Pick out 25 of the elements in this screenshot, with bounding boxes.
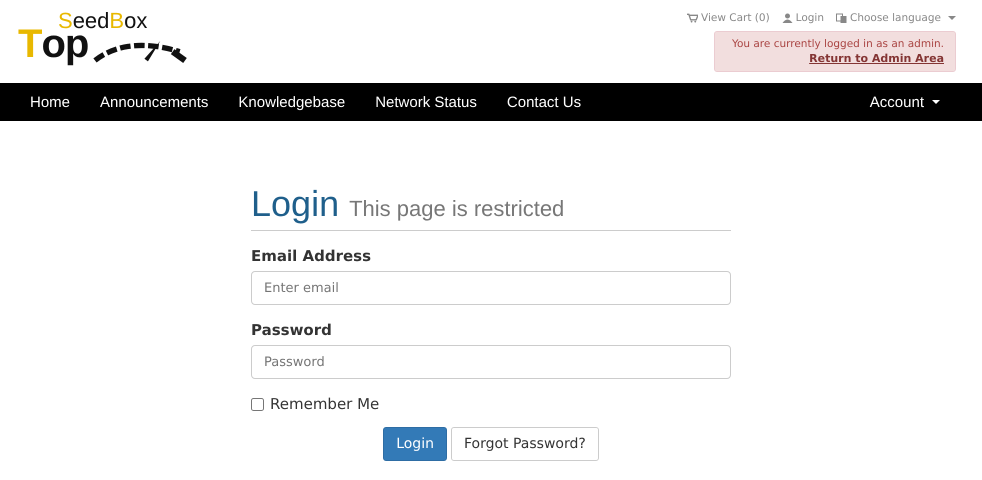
top-link[interactable]: Choose language — [836, 12, 956, 24]
button[interactable]: Forgot Password? — [450, 427, 599, 461]
input-field[interactable]: Enter email — [251, 271, 731, 305]
button[interactable]: Login — [383, 427, 447, 461]
input-field[interactable]: Password — [251, 345, 731, 379]
nav-link[interactable]: Network Status — [360, 94, 492, 110]
top-link[interactable]: View Cart (0) — [687, 12, 770, 24]
field-label: Password — [251, 321, 333, 339]
cart-icon — [687, 13, 698, 23]
user-icon — [782, 13, 793, 23]
language-icon — [836, 13, 847, 23]
alert-message: You are currently logged in as an admin. — [732, 38, 944, 50]
top-link[interactable]: Login — [782, 12, 824, 24]
field-label: Email Address — [251, 247, 372, 265]
nav-link[interactable]: Knowledgebase — [223, 94, 360, 110]
nav-link[interactable]: Contact Us — [492, 94, 596, 110]
admin-link[interactable]: Return to Admin Area — [809, 52, 944, 65]
account-menu[interactable]: Account — [854, 94, 955, 110]
nav-link[interactable]: Announcements — [85, 94, 224, 110]
page-title: Login — [251, 183, 340, 225]
nav-link[interactable]: Home — [15, 94, 86, 110]
page-subtitle: This page is restricted — [349, 196, 564, 222]
checkbox-label: Remember Me — [270, 395, 380, 413]
checkbox[interactable] — [251, 398, 264, 410]
logo[interactable]: SeedBox Top — [18, 10, 204, 68]
